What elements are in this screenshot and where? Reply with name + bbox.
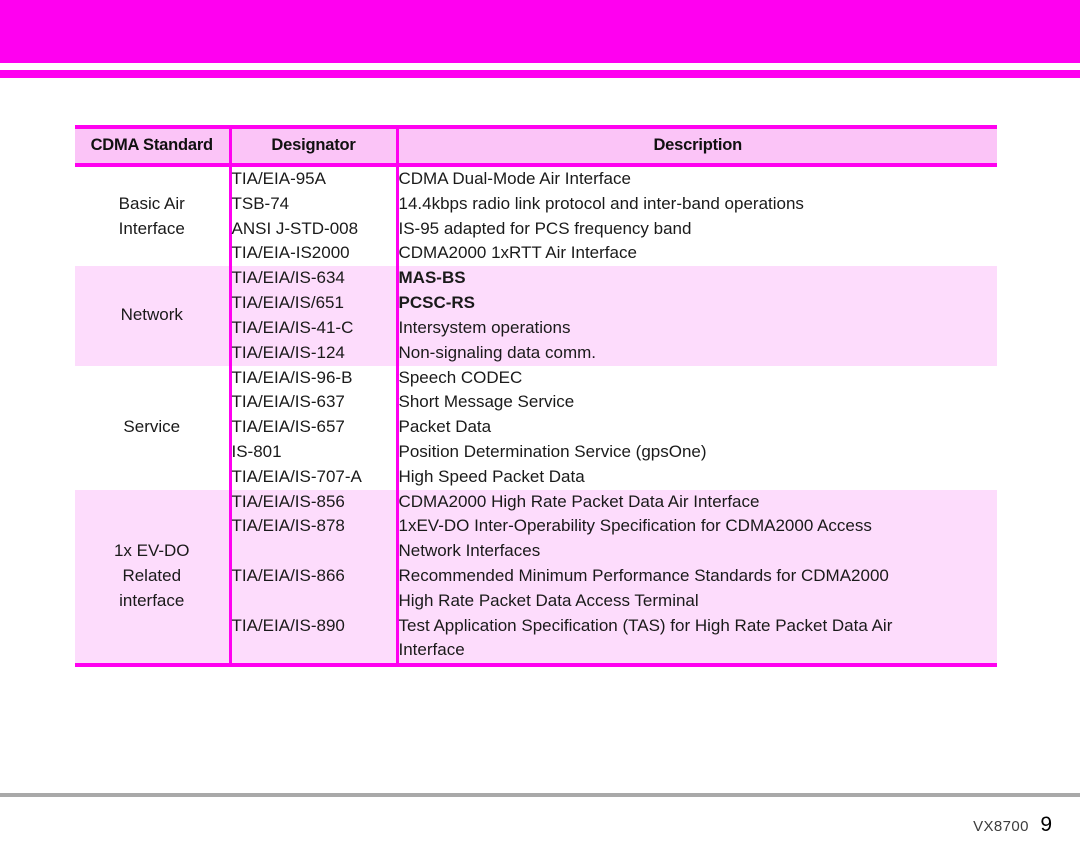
cell-designator: TIA/EIA/IS-856 TIA/EIA/IS-878 TIA/EIA/IS-… <box>230 489 399 668</box>
cell-cdma-standard: Network <box>75 266 232 366</box>
description-line: MAS-BS <box>398 268 466 288</box>
designator-line: TSB-74 <box>231 193 290 213</box>
designator-line: TIA/EIA/IS-41-C <box>231 317 354 337</box>
cell-cdma-standard: Basic Air Interface <box>75 165 232 267</box>
description-line: Recommended Minimum Performance Standard… <box>398 566 889 585</box>
standard-line: Interface <box>118 218 185 238</box>
designator-line: TIA/EIA/IS-634 <box>231 268 345 288</box>
designator-line: TIA/EIA-95A <box>231 169 326 188</box>
footer-model-name: VX8700 <box>973 818 1029 835</box>
top-decorative-banner <box>0 0 1080 63</box>
description-line: Speech CODEC <box>398 367 523 387</box>
description-line: Non-signaling data comm. <box>398 342 596 362</box>
table-row: Basic Air Interface TIA/EIA-95A TSB-74 ANSI … <box>75 165 997 267</box>
footer: VX8700 9 <box>973 813 1052 837</box>
cell-designator: TIA/EIA-95A TSB-74 ANSI J-STD-008 TIA/EIA-I… <box>230 165 399 267</box>
cell-description: MAS-BS PCSC-RS Intersystem operations Non-s… <box>397 266 997 365</box>
designator-line: ANSI J-STD-008 <box>231 218 359 238</box>
table-row: Network TIA/EIA/IS-634 TIA/EIA/IS/651 TIA/E… <box>75 266 997 366</box>
description-line: CDMA2000 1xRTT Air Interface <box>398 243 637 263</box>
description-line: Short Message Service <box>398 392 575 412</box>
cell-designator: TIA/EIA/IS-96-B TIA/EIA/IS-637 TIA/EIA/IS-… <box>230 365 399 490</box>
designator-line: TIA/EIA/IS-890 <box>231 615 345 635</box>
cdma-standards-table: CDMA Standard Designator Description Bas… <box>75 125 997 668</box>
designator-line: TIA/EIA/IS-878 <box>231 516 345 536</box>
column-header-cdma-standard: CDMA Standard <box>75 125 232 167</box>
description-line: Packet Data <box>398 417 492 437</box>
designator-line: TIA/EIA/IS-96-B <box>231 367 353 387</box>
designator-line: TIA/EIA/IS-866 <box>231 566 345 585</box>
top-accent-rule <box>0 70 1080 78</box>
cell-description: CDMA2000 High Rate Packet Data Air Inter… <box>397 489 997 668</box>
standard-line: Related <box>122 566 182 585</box>
description-line: Interface <box>398 640 465 660</box>
table-body: Basic Air Interface TIA/EIA-95A TSB-74 ANSI … <box>75 165 997 668</box>
description-line: Network Interfaces <box>398 541 541 561</box>
description-line: Position Determination Service (gpsOne) <box>398 441 707 461</box>
footer-divider <box>0 793 1080 797</box>
designator-line: TIA/EIA/IS-657 <box>231 417 345 437</box>
standard-line: interface <box>119 590 185 610</box>
column-header-designator: Designator <box>230 125 399 167</box>
designator-line: IS-801 <box>231 441 282 461</box>
description-line: CDMA Dual-Mode Air Interface <box>398 169 631 188</box>
description-line: PCSC-RS <box>398 293 476 313</box>
designator-line: TIA/EIA-IS2000 <box>231 243 350 263</box>
description-line: CDMA2000 High Rate Packet Data Air Inter… <box>398 491 760 511</box>
standard-line: 1x EV-DO <box>113 541 190 561</box>
standard-line: Service <box>123 417 181 437</box>
standard-line: Network <box>120 305 183 325</box>
description-line: 14.4kbps radio link protocol and inter-b… <box>398 193 804 213</box>
cell-designator: TIA/EIA/IS-634 TIA/EIA/IS/651 TIA/EIA/IS-4… <box>230 266 399 366</box>
table-row: Service TIA/EIA/IS-96-B TIA/EIA/IS-637 TIA/… <box>75 365 997 490</box>
footer-page-number: 9 <box>1040 813 1052 836</box>
table-header-row: CDMA Standard Designator Description <box>75 125 997 167</box>
table-header: CDMA Standard Designator Description <box>75 125 997 167</box>
designator-line: TIA/EIA/IS/651 <box>231 293 344 313</box>
cell-description: Speech CODEC Short Message Service Packet … <box>397 366 997 490</box>
standard-line: Basic Air <box>118 193 185 213</box>
designator-line: TIA/EIA/IS-707-A <box>231 466 362 486</box>
designator-line: TIA/EIA/IS-856 <box>231 491 345 511</box>
description-line: High Rate Packet Data Access Terminal <box>398 590 699 610</box>
description-line: Intersystem operations <box>398 317 571 337</box>
cell-description: CDMA Dual-Mode Air Interface 14.4kbps rad… <box>397 165 997 266</box>
column-header-description: Description <box>397 125 997 167</box>
cell-cdma-standard: 1x EV-DO Related interface <box>75 489 232 668</box>
cell-cdma-standard: Service <box>75 365 232 490</box>
description-line: IS-95 adapted for PCS frequency band <box>398 218 692 238</box>
description-line: 1xEV-DO Inter-Operability Specification … <box>398 516 872 536</box>
table-row: 1x EV-DO Related interface TIA/EIA/IS-856 TI… <box>75 489 997 668</box>
description-line: Test Application Specification (TAS) for… <box>398 615 893 635</box>
description-line: High Speed Packet Data <box>398 466 585 486</box>
designator-line: TIA/EIA/IS-124 <box>231 342 345 362</box>
designator-line: TIA/EIA/IS-637 <box>231 392 345 412</box>
